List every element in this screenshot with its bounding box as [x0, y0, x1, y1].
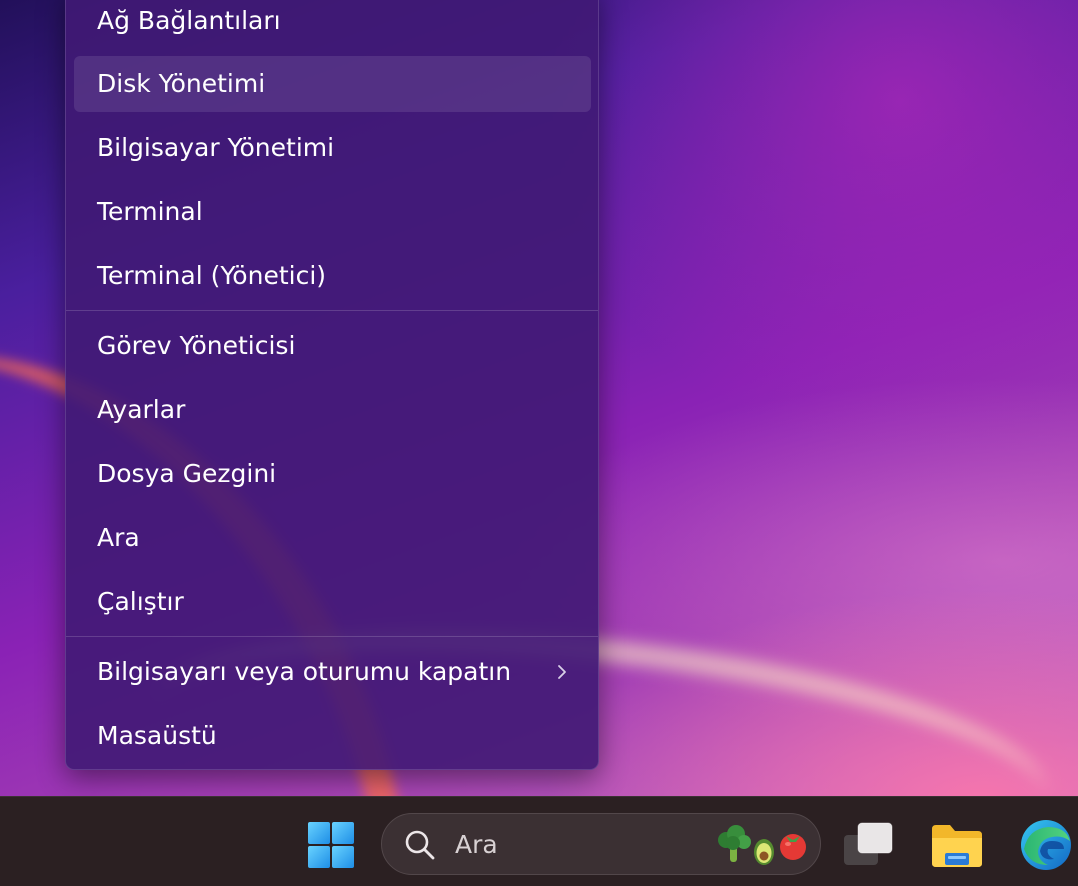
menu-item-network-connections[interactable]: Ağ Bağlantıları [74, 0, 591, 49]
menu-item-file-explorer[interactable]: Dosya Gezgini [74, 446, 591, 502]
menu-item-task-manager[interactable]: Görev Yöneticisi [74, 318, 591, 374]
menu-separator [66, 636, 598, 637]
search-icon [405, 830, 435, 860]
edge-icon[interactable] [1018, 819, 1078, 871]
menu-item-disk-management[interactable]: Disk Yönetimi [74, 56, 591, 112]
search-placeholder: Ara [455, 830, 498, 859]
menu-item-label: Bilgisayarı veya oturumu kapatın [97, 657, 512, 686]
menu-item-terminal[interactable]: Terminal [74, 184, 591, 240]
start-icon[interactable] [307, 821, 355, 869]
menu-item-desktop[interactable]: Masaüstü [74, 708, 591, 764]
quick-link-context-menu: Ağ Bağlantıları Disk Yönetimi Bilgisayar… [65, 0, 599, 770]
menu-item-terminal-admin[interactable]: Terminal (Yönetici) [74, 248, 591, 304]
menu-item-computer-management[interactable]: Bilgisayar Yönetimi [74, 120, 591, 176]
menu-separator [66, 310, 598, 311]
menu-item-search[interactable]: Ara [74, 510, 591, 566]
menu-item-shutdown-or-sign-out[interactable]: Bilgisayarı veya oturumu kapatın [74, 644, 591, 700]
file-explorer-icon[interactable] [930, 823, 984, 869]
search-highlight-icon[interactable] [716, 824, 810, 866]
chevron-right-icon [558, 665, 566, 679]
menu-item-run[interactable]: Çalıştır [74, 574, 591, 630]
taskbar-search-box[interactable]: Ara [381, 813, 821, 875]
task-view-icon[interactable] [843, 821, 895, 867]
menu-item-settings[interactable]: Ayarlar [74, 382, 591, 438]
taskbar: Ara [0, 796, 1078, 886]
